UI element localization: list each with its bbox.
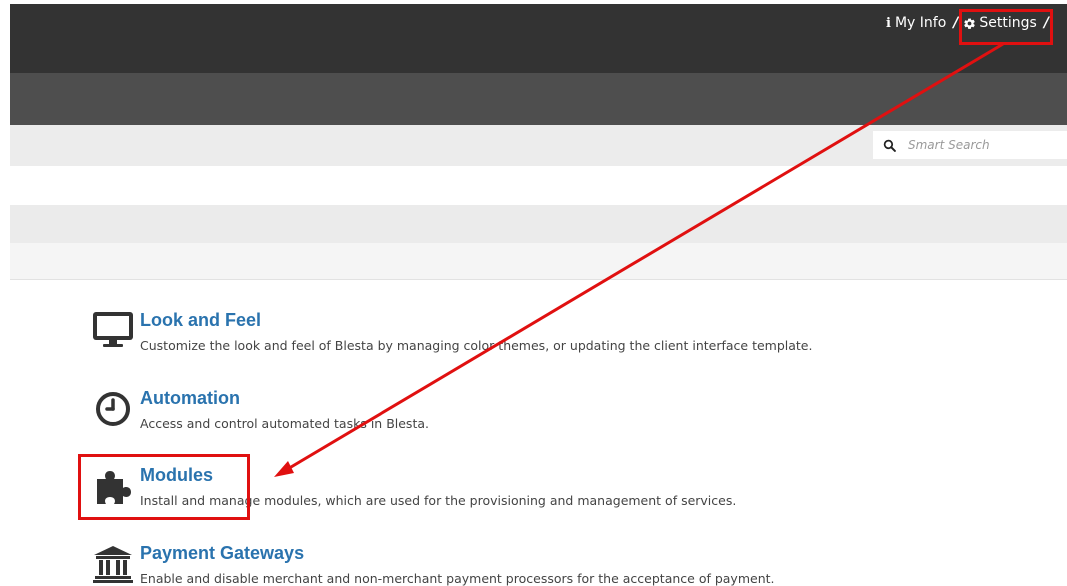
info-icon: i [886,15,891,31]
gear-icon [963,17,979,30]
look-and-feel-link[interactable]: Look and Feel [140,310,261,331]
settings-label: Settings [979,15,1037,31]
secondary-navigation-bar [0,73,1067,125]
nav-separator: / [1043,15,1049,31]
top-nav-links: i My Info / Settings / [886,15,1054,31]
automation-description: Access and control automated tasks in Bl… [140,416,429,431]
page: i My Info / Settings / Smart Search Look… [0,0,1067,586]
page-header-band [0,205,1067,243]
monitor-icon [92,310,134,352]
bank-icon [92,543,134,585]
nav-separator: / [953,15,959,31]
settings-item-payment-gateways: Payment Gateways Enable and disable merc… [92,543,992,586]
settings-item-automation: Automation Access and control automated … [92,388,992,448]
search-icon [883,139,896,152]
payment-gateways-link[interactable]: Payment Gateways [140,543,304,564]
clock-icon [92,388,134,430]
puzzle-icon [92,465,134,507]
look-and-feel-description: Customize the look and feel of Blesta by… [140,338,813,353]
settings-item-modules: Modules Install and manage modules, whic… [92,465,992,525]
search-input[interactable] [908,138,1058,152]
automation-link[interactable]: Automation [140,388,240,409]
my-info-link[interactable]: i My Info [886,15,946,31]
my-info-label: My Info [894,15,947,31]
top-navigation-bar: i My Info / Settings / [0,4,1067,73]
search-bar [0,125,1067,166]
modules-link[interactable]: Modules [140,465,213,486]
modules-description: Install and manage modules, which are us… [140,493,737,508]
left-margin [0,0,10,586]
settings-item-look-and-feel: Look and Feel Customize the look and fee… [92,310,992,370]
settings-link[interactable]: Settings [963,15,1037,31]
smart-search-box [873,131,1067,159]
payment-gateways-description: Enable and disable merchant and non-merc… [140,571,775,586]
page-subheader-band [0,243,1067,280]
